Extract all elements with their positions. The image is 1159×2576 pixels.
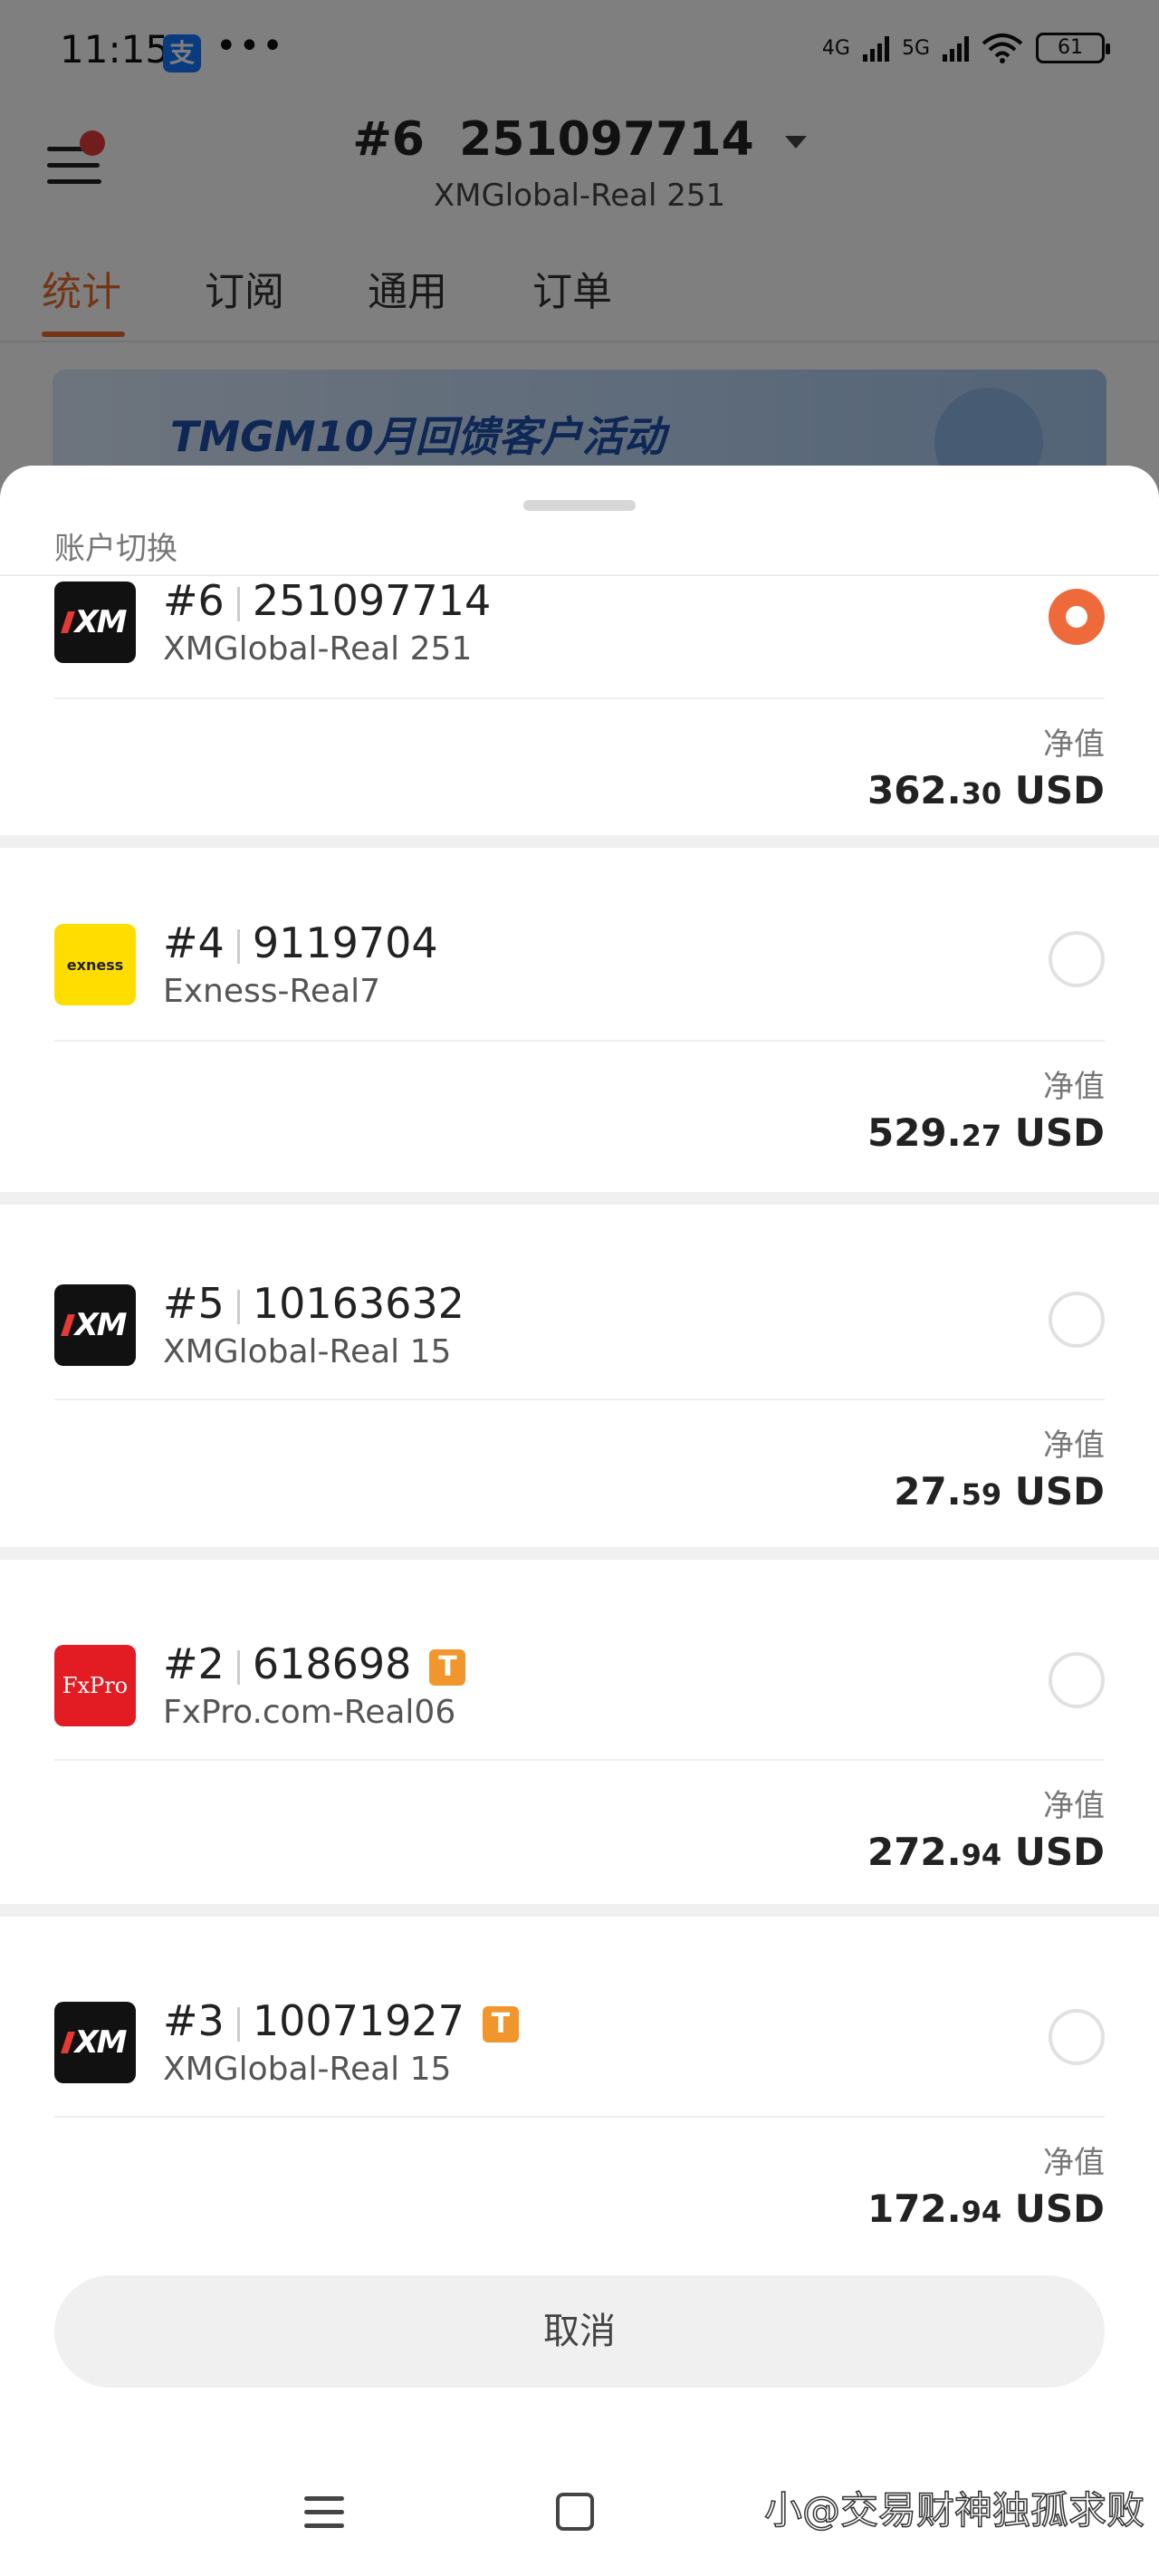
- equity-value: 272.94 USD: [867, 1830, 1105, 1874]
- account-item[interactable]: XM #3 10071927 T XMGlobal-Real 15 净值 172.9…: [0, 1917, 1159, 2252]
- account-server: XMGlobal-Real 15: [163, 1333, 452, 1370]
- account-no: #2: [163, 1639, 225, 1688]
- equity-value: 362.30 USD: [867, 768, 1105, 812]
- xm-logo: XM: [54, 2002, 136, 2083]
- equity-value: 529.27 USD: [867, 1110, 1105, 1155]
- exness-logo: exness: [54, 924, 136, 1005]
- account-switch-sheet: 账户切换 XM #6 251097714 XMGlobal-Real 251 净值…: [0, 466, 1159, 2576]
- account-no: #3: [163, 1996, 225, 2045]
- account-list: XM #6 251097714 XMGlobal-Real 251 净值 362.…: [0, 576, 1159, 2252]
- radio-selected[interactable]: [1049, 589, 1105, 645]
- equity-label: 净值: [1043, 1427, 1105, 1464]
- radio-unselected[interactable]: [1049, 1652, 1105, 1708]
- account-id: 251097714: [252, 576, 492, 625]
- equity-label: 净值: [1043, 726, 1105, 763]
- fxpro-logo: FxPro: [54, 1645, 136, 1726]
- equity-label: 净值: [1043, 2145, 1105, 2181]
- account-item[interactable]: FxPro #2 618698 T FxPro.com-Real06 净值 272.…: [0, 1560, 1159, 1904]
- radio-unselected[interactable]: [1049, 931, 1105, 987]
- sheet-title: 账户切换: [54, 531, 177, 567]
- equity-label: 净值: [1043, 1069, 1105, 1105]
- trial-badge: T: [429, 1648, 466, 1686]
- drag-handle[interactable]: [523, 500, 636, 511]
- system-nav-bar: 小@交易财神独孤求败: [0, 2446, 1159, 2576]
- trial-badge: T: [482, 2005, 519, 2043]
- account-no: #5: [163, 1279, 225, 1328]
- xm-logo: XM: [54, 582, 136, 663]
- account-server: XMGlobal-Real 251: [163, 630, 473, 668]
- dim-overlay[interactable]: [0, 0, 1159, 507]
- account-item[interactable]: exness #4 9119704 Exness-Real7 净值 529.27 …: [0, 848, 1159, 1192]
- account-item[interactable]: XM #5 10163632 XMGlobal-Real 15 净值 27.59 …: [0, 1205, 1159, 1549]
- radio-unselected[interactable]: [1049, 1292, 1105, 1348]
- account-server: Exness-Real7: [163, 973, 381, 1010]
- recent-apps-icon[interactable]: [304, 2494, 344, 2531]
- account-server: XMGlobal-Real 15: [163, 2051, 452, 2088]
- cancel-button[interactable]: 取消: [54, 2275, 1105, 2388]
- account-no: #6: [163, 576, 225, 625]
- equity-value: 172.94 USD: [867, 2187, 1105, 2231]
- account-id: 10163632: [252, 1279, 465, 1328]
- account-id: 9119704: [252, 918, 438, 967]
- account-id: 618698: [252, 1639, 412, 1688]
- account-server: FxPro.com-Real06: [163, 1694, 456, 1731]
- account-id: 10071927: [252, 1996, 465, 2045]
- radio-unselected[interactable]: [1049, 2009, 1105, 2065]
- xm-logo: XM: [54, 1284, 136, 1366]
- home-icon[interactable]: [556, 2493, 594, 2531]
- watermark: 小@交易财神独孤求败: [763, 2487, 1145, 2533]
- equity-label: 净值: [1043, 1788, 1105, 1824]
- equity-value: 27.59 USD: [894, 1469, 1105, 1514]
- account-no: #4: [163, 918, 225, 967]
